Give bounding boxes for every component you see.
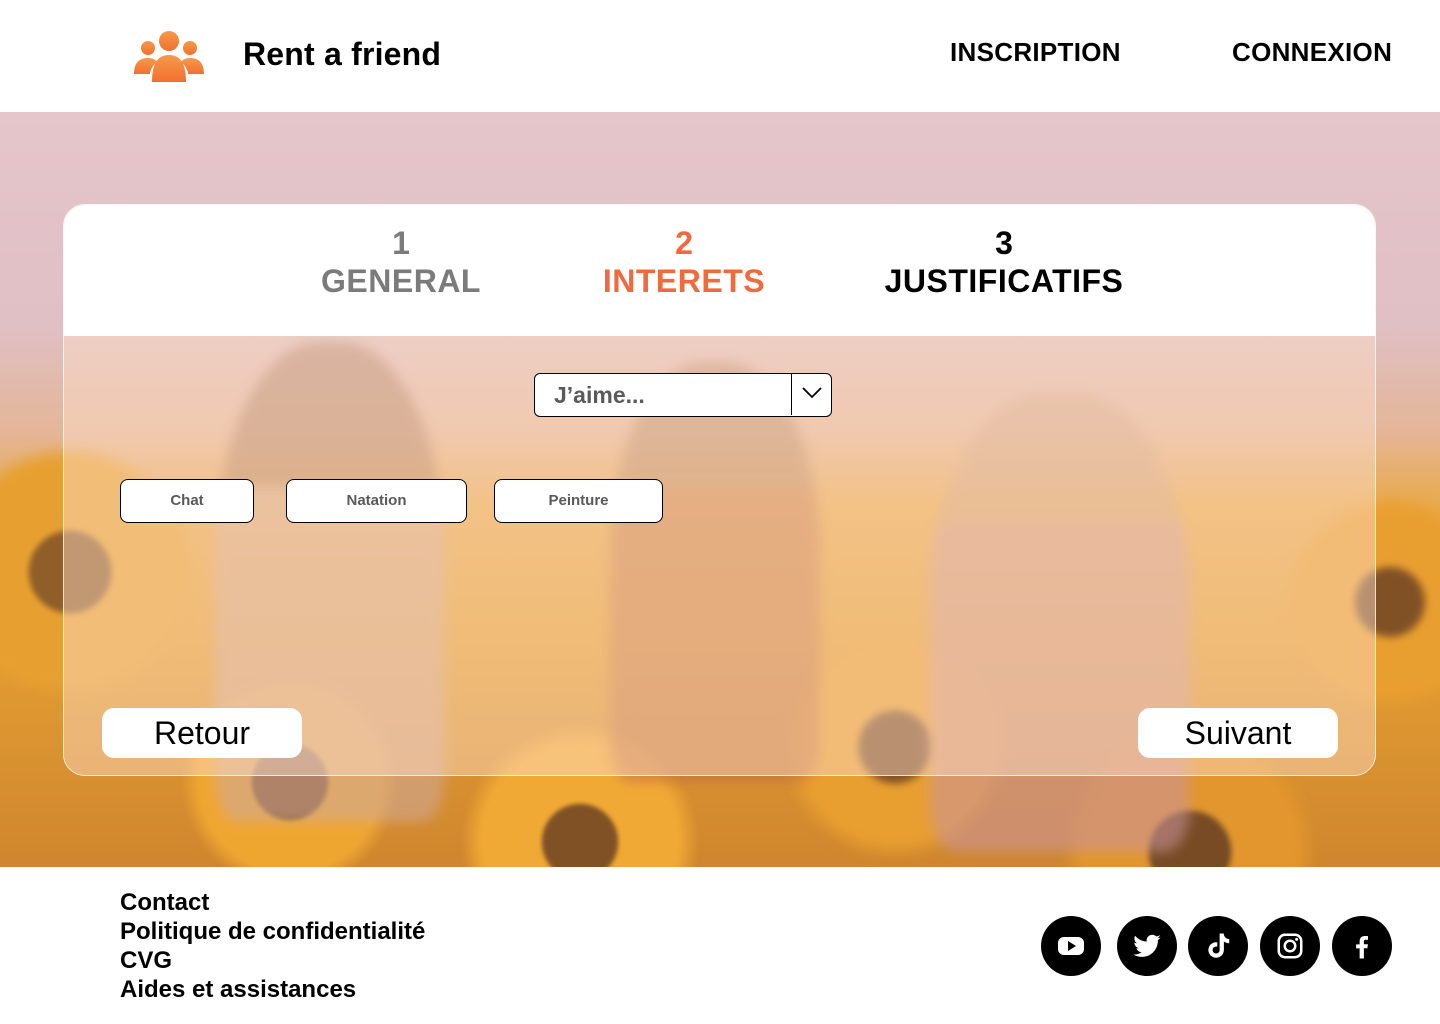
step-number: 2: [675, 225, 693, 261]
tiktok-icon[interactable]: [1188, 916, 1248, 976]
registration-card: 1 GENERAL 2 INTERETS 3 JUSTIFICATIFS: [63, 204, 1376, 776]
step-indicator: 1 GENERAL 2 INTERETS 3 JUSTIFICATIFS: [64, 205, 1375, 336]
footer-link-help[interactable]: Aides et assistances: [120, 975, 425, 1004]
youtube-icon[interactable]: [1041, 916, 1101, 976]
interest-tag[interactable]: Natation: [286, 479, 467, 523]
step-number: 3: [995, 225, 1013, 261]
twitter-icon[interactable]: [1117, 916, 1177, 976]
group-icon[interactable]: [132, 30, 206, 82]
step-label: INTERETS: [602, 263, 766, 299]
footer-link-privacy[interactable]: Politique de confidentialité: [120, 917, 425, 946]
footer-links: Contact Politique de confidentialité CVG…: [120, 888, 425, 1004]
interest-tag[interactable]: Peinture: [494, 479, 663, 523]
site-header: Rent a friend INSCRIPTION CONNEXION: [0, 0, 1440, 112]
instagram-icon[interactable]: [1260, 916, 1320, 976]
site-footer: Contact Politique de confidentialité CVG…: [0, 867, 1440, 1024]
chevron-down-icon: [802, 387, 822, 399]
footer-link-cvg[interactable]: CVG: [120, 946, 425, 975]
next-button[interactable]: Suivant: [1138, 708, 1338, 758]
step-justificatifs[interactable]: 3 JUSTIFICATIFS: [854, 225, 1154, 301]
step-interets[interactable]: 2 INTERETS: [584, 225, 784, 301]
nav-inscription[interactable]: INSCRIPTION: [950, 37, 1121, 68]
interest-select[interactable]: J’aime...: [534, 373, 832, 417]
nav-connexion[interactable]: CONNEXION: [1232, 37, 1392, 68]
facebook-icon[interactable]: [1332, 916, 1392, 976]
step-label: GENERAL: [321, 263, 481, 299]
select-value: J’aime...: [554, 382, 645, 408]
interest-tag[interactable]: Chat: [120, 479, 254, 523]
step-number: 1: [392, 225, 410, 261]
dropdown-toggle[interactable]: [791, 374, 831, 415]
brand-name: Rent a friend: [243, 36, 442, 72]
back-button[interactable]: Retour: [102, 708, 302, 758]
footer-link-contact[interactable]: Contact: [120, 888, 425, 917]
step-general[interactable]: 1 GENERAL: [301, 225, 501, 301]
step-label: JUSTIFICATIFS: [884, 263, 1124, 299]
